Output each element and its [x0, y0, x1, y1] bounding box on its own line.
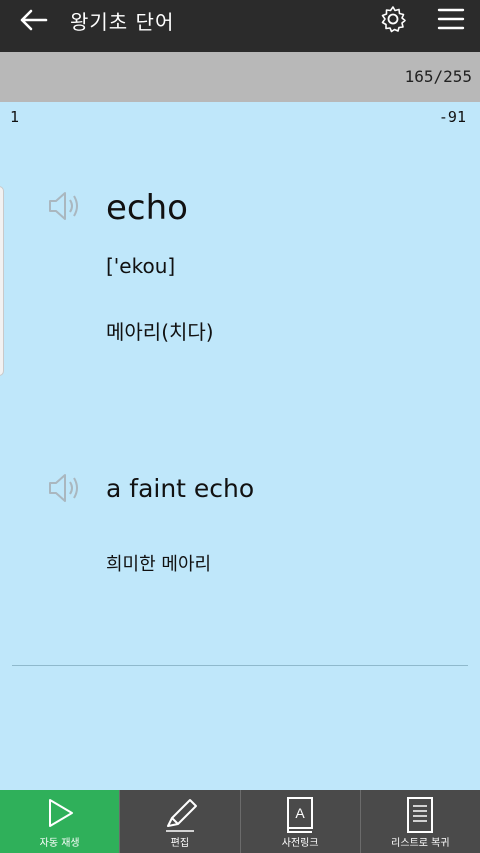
- back-to-list-button[interactable]: 리스트로 복귀: [361, 790, 480, 853]
- dictionary-book-icon: A: [287, 797, 314, 833]
- top-app-bar: 왕기초 단어: [0, 0, 480, 52]
- gear-icon[interactable]: [378, 4, 408, 34]
- edit-button[interactable]: 편집: [120, 790, 241, 853]
- card-index-left: 1: [10, 108, 20, 126]
- play-icon: [48, 799, 73, 827]
- word-text: echo: [106, 188, 188, 228]
- edit-label: 편집: [170, 838, 190, 849]
- word-meaning: 메아리(치다): [106, 320, 214, 344]
- dictionary-link-label: 사전링크: [281, 838, 319, 849]
- arrow-left-icon[interactable]: [18, 8, 50, 32]
- autoplay-button[interactable]: 자동 재생: [0, 790, 121, 853]
- divider: [12, 665, 468, 666]
- list-document-icon: [407, 797, 434, 833]
- autoplay-label: 자동 재생: [39, 838, 80, 849]
- pencil-icon: [165, 799, 197, 832]
- hamburger-menu-icon[interactable]: [436, 6, 466, 32]
- bottom-toolbar: 자동 재생 편집 A 사전링크 리스트로 복귀: [0, 790, 480, 853]
- speaker-icon[interactable]: [46, 470, 82, 506]
- speaker-icon[interactable]: [46, 188, 82, 224]
- example-sentence: a faint echo: [106, 474, 255, 503]
- back-to-list-label: 리스트로 복귀: [391, 838, 450, 849]
- progress-bar: 165/255: [0, 52, 480, 102]
- svg-text:A: A: [295, 805, 305, 821]
- example-meaning: 희미한 메아리: [106, 554, 212, 575]
- side-drawer-handle[interactable]: [0, 186, 4, 376]
- page-title: 왕기초 단어: [70, 10, 175, 34]
- dictionary-link-button[interactable]: A 사전링크: [241, 790, 361, 853]
- progress-count: 165/255: [404, 67, 472, 86]
- card-index-right: -91: [438, 108, 466, 126]
- phonetic-text: ['ekou]: [106, 254, 176, 278]
